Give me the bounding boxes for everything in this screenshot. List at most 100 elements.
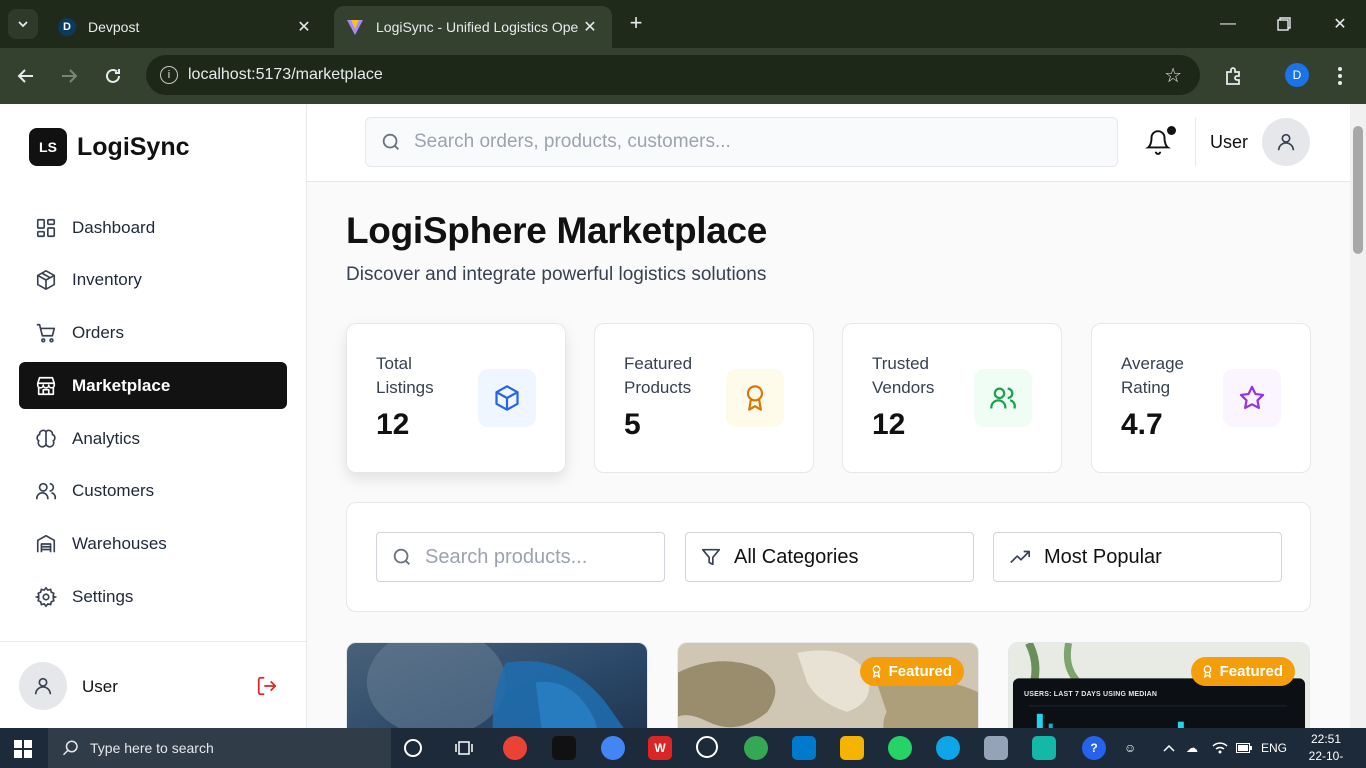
close-tab-icon[interactable]: ✕ — [580, 17, 600, 37]
onedrive-icon[interactable]: ☁ — [1186, 728, 1198, 768]
sidebar-item-inventory[interactable]: Inventory — [19, 257, 287, 304]
page-subtitle: Discover and integrate powerful logistic… — [346, 264, 767, 285]
award-icon — [726, 369, 784, 427]
user-icon — [1277, 133, 1295, 151]
notepad-icon[interactable] — [984, 736, 1008, 760]
address-bar[interactable]: i localhost:5173/marketplace ☆ — [146, 55, 1200, 95]
minimize-button[interactable]: — — [1200, 0, 1256, 48]
award-icon — [1203, 665, 1212, 678]
whatsapp-icon[interactable] — [888, 736, 912, 760]
trending-up-icon — [1010, 550, 1030, 564]
award-icon — [872, 665, 881, 678]
scrollbar-thumb[interactable] — [1353, 126, 1363, 254]
category-value: All Categories — [734, 545, 859, 568]
sidebar-item-label: Settings — [72, 587, 134, 607]
notifications-button[interactable] — [1145, 126, 1176, 161]
edge-icon[interactable] — [936, 736, 960, 760]
browser-menu-button[interactable] — [1324, 60, 1356, 92]
sort-select[interactable]: Most Popular — [993, 532, 1282, 582]
page-scrollbar[interactable] — [1350, 104, 1366, 728]
product-search-placeholder: Search products... — [425, 545, 588, 568]
product-card[interactable]: USERS: LAST 7 DAYS USING MEDIAN Featured — [1008, 642, 1310, 728]
stat-card-average-rating: Average Rating 4.7 — [1091, 323, 1311, 473]
windows-start-icon[interactable] — [14, 740, 32, 758]
sidebar-nav: Dashboard Inventory Orders Marketplace A… — [19, 204, 287, 626]
battery-icon[interactable] — [1236, 728, 1252, 768]
search-icon — [393, 548, 410, 565]
people-icon[interactable]: ☺ — [1124, 728, 1136, 768]
chatgpt-icon[interactable] — [696, 736, 718, 758]
chrome-profile-icon[interactable] — [744, 736, 768, 760]
logout-icon — [257, 676, 277, 696]
forward-button[interactable] — [53, 60, 85, 92]
sidebar-item-warehouses[interactable]: Warehouses — [19, 521, 287, 568]
capcut-icon[interactable] — [552, 736, 576, 760]
stat-card-featured-products: Featured Products 5 — [594, 323, 814, 473]
browser-profile-avatar[interactable]: D — [1285, 63, 1309, 87]
taskbar-search-placeholder: Type here to search — [90, 740, 214, 756]
sidebar-item-orders[interactable]: Orders — [19, 310, 287, 357]
arduino-icon[interactable] — [1032, 736, 1056, 760]
search-icon — [382, 133, 399, 150]
wifi-icon[interactable] — [1212, 728, 1228, 768]
tray-chevron-up-icon[interactable] — [1163, 728, 1175, 768]
close-window-button[interactable]: ✕ — [1312, 0, 1366, 48]
restore-button[interactable] — [1256, 0, 1312, 48]
file-explorer-icon[interactable] — [840, 736, 864, 760]
extensions-button[interactable] — [1217, 60, 1249, 92]
tab-search-button[interactable] — [8, 9, 38, 39]
stat-label: Featured Products — [624, 354, 693, 397]
product-search-input[interactable]: Search products... — [376, 532, 665, 582]
box-icon — [36, 270, 56, 291]
chrome-active-icon[interactable] — [601, 736, 625, 760]
taskbar-search-input[interactable]: Type here to search — [48, 728, 391, 768]
stat-value: 5 — [624, 408, 641, 441]
brand[interactable]: LS LogiSync — [29, 128, 190, 166]
sidebar-item-marketplace[interactable]: Marketplace — [19, 362, 287, 410]
bookmark-star-icon[interactable]: ☆ — [1164, 63, 1182, 88]
sidebar-item-analytics[interactable]: Analytics — [19, 415, 287, 462]
reload-button[interactable] — [97, 60, 129, 92]
sort-value: Most Popular — [1044, 545, 1162, 568]
avatar[interactable] — [19, 662, 67, 710]
sidebar-item-label: Analytics — [72, 428, 141, 448]
arrow-left-icon — [17, 69, 33, 83]
main-content: LogiSphere Marketplace Discover and inte… — [346, 210, 1311, 728]
category-select[interactable]: All Categories — [685, 532, 974, 582]
app-logo: LS — [29, 128, 67, 166]
sidebar-item-settings[interactable]: Settings — [19, 574, 287, 621]
site-info-icon[interactable]: i — [160, 66, 178, 84]
sidebar-item-label: Warehouses — [72, 534, 167, 554]
close-tab-icon[interactable]: ✕ — [294, 17, 314, 37]
browser-tab-devpost[interactable]: D Devpost ✕ — [46, 6, 326, 48]
app-root: LS LogiSync Dashboard Inventory Orders M… — [0, 104, 1350, 728]
product-card[interactable]: Featured — [677, 642, 979, 728]
vscode-icon[interactable] — [792, 736, 816, 760]
help-icon[interactable]: ? — [1082, 736, 1106, 760]
sidebar-item-customers[interactable]: Customers — [19, 468, 287, 515]
sidebar-item-dashboard[interactable]: Dashboard — [19, 204, 287, 251]
logout-button[interactable] — [256, 675, 278, 702]
global-search-input[interactable]: Search orders, products, customers... — [365, 117, 1118, 167]
browser-tab-logisync[interactable]: LogiSync - Unified Logistics Ope ✕ — [334, 6, 612, 48]
sidebar-item-label: Customers — [72, 481, 155, 501]
product-card[interactable] — [346, 642, 648, 728]
gear-icon — [35, 586, 57, 608]
back-button[interactable] — [10, 60, 42, 92]
wps-office-icon[interactable]: W — [648, 736, 672, 760]
users-icon — [36, 483, 57, 500]
new-tab-button[interactable]: + — [624, 10, 648, 38]
badge-label: Featured — [888, 663, 952, 680]
stat-label: Total Listings — [376, 354, 434, 397]
clock-date: 22-10-2025 — [1308, 749, 1344, 768]
chrome-icon[interactable] — [503, 736, 527, 760]
task-view-icon[interactable] — [452, 736, 476, 760]
divider — [1195, 118, 1196, 166]
cortana-icon[interactable] — [404, 739, 422, 757]
language-indicator[interactable]: ENG — [1261, 728, 1287, 768]
topbar-username[interactable]: User — [1210, 132, 1248, 153]
avatar[interactable] — [1262, 118, 1310, 166]
tab-title: LogiSync - Unified Logistics Ope — [376, 19, 579, 35]
url-text: localhost:5173/marketplace — [188, 66, 383, 83]
taskbar-clock[interactable]: 22:51 22-10-2025 — [1296, 731, 1356, 768]
